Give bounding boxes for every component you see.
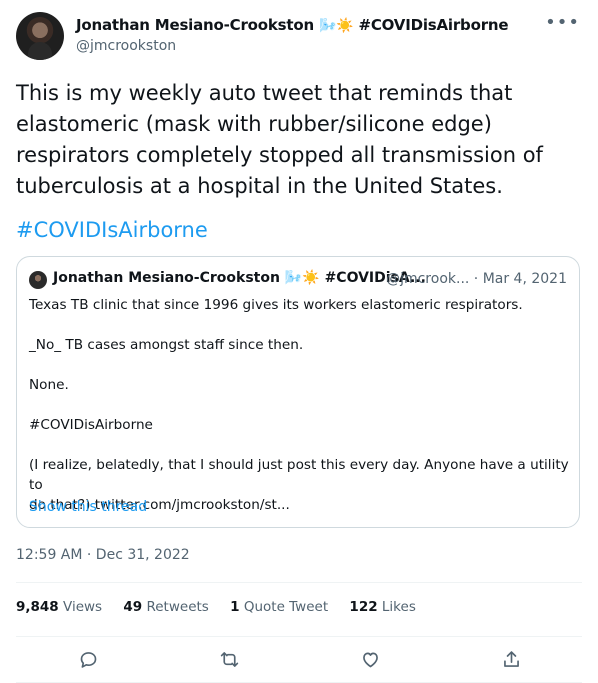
quoted-tweet[interactable]: Jonathan Mesiano-Crookston 🌬️☀️ #COVIDis…: [16, 256, 580, 528]
quoted-author-name-line: Jonathan Mesiano-Crookston 🌬️☀️ #COVIDis…: [53, 270, 426, 286]
quoted-author-emoji: 🌬️☀️: [284, 270, 320, 286]
author-avatar[interactable]: [16, 12, 64, 60]
retweet-button[interactable]: [210, 640, 248, 678]
heart-icon: [362, 652, 378, 667]
quoted-paragraph: Texas TB clinic that since 1996 gives it…: [29, 297, 523, 313]
likes-stat[interactable]: 122 Likes: [349, 599, 415, 615]
quoted-author-name: Jonathan Mesiano-Crookston: [53, 270, 280, 286]
quote-tweets-count: 1: [230, 599, 240, 615]
author-name[interactable]: Jonathan Mesiano-Crookston: [76, 16, 314, 34]
tweet-actions: [16, 640, 582, 678]
author-name-suffix: #COVIDisAirborne: [358, 16, 509, 34]
quoted-author-avatar: [29, 271, 47, 289]
quoted-tweet-date: · Mar 4, 2021: [473, 271, 567, 287]
quoted-author-handle: @jmcrook...: [386, 271, 470, 287]
quoted-tweet-header: Jonathan Mesiano-Crookston 🌬️☀️ #COVIDis…: [29, 269, 567, 291]
author-handle[interactable]: @jmcrookston: [76, 38, 176, 54]
share-button[interactable]: [492, 640, 530, 678]
author-name-line[interactable]: Jonathan Mesiano-Crookston 🌬️☀️ #COVIDis…: [76, 16, 509, 34]
quoted-paragraph: _No_ TB cases amongst staff since then.: [29, 337, 304, 353]
share-icon: [503, 650, 519, 667]
tweet-stats: 9,848 Views 49 Retweets 1 Quote Tweet 12…: [16, 599, 433, 615]
tweet-hashtag[interactable]: #COVIDIsAirborne: [16, 218, 208, 242]
quoted-paragraph: None.: [29, 377, 69, 393]
reply-icon: [80, 651, 96, 668]
more-icon[interactable]: •••: [545, 12, 580, 33]
reply-button[interactable]: [69, 640, 107, 678]
quoted-tweet-meta: @jmcrook... · Mar 4, 2021: [386, 271, 567, 287]
retweets-stat[interactable]: 49 Retweets: [123, 599, 208, 615]
show-thread-link[interactable]: Show this thread: [29, 499, 147, 515]
quote-tweets-stat[interactable]: 1 Quote Tweet: [230, 599, 328, 615]
quote-tweets-label: Quote Tweet: [243, 599, 329, 615]
likes-count: 122: [349, 599, 378, 615]
views-label: Views: [63, 599, 103, 615]
retweets-count: 49: [123, 599, 143, 615]
likes-label: Likes: [381, 599, 416, 615]
tweet-header: Jonathan Mesiano-Crookston 🌬️☀️ #COVIDis…: [16, 12, 582, 60]
like-button[interactable]: [351, 640, 389, 678]
tweet-timestamp[interactable]: 12:59 AM · Dec 31, 2022: [16, 547, 190, 563]
retweet-icon: [220, 651, 238, 667]
quoted-paragraph: #COVIDisAirborne: [29, 417, 153, 433]
views-stat[interactable]: 9,848 Views: [16, 599, 102, 615]
author-emoji: 🌬️☀️: [318, 18, 354, 34]
tweet-text: This is my weekly auto tweet that remind…: [16, 81, 543, 198]
views-count: 9,848: [16, 599, 59, 615]
divider: [16, 582, 582, 583]
divider: [16, 636, 582, 637]
retweets-label: Retweets: [146, 599, 209, 615]
